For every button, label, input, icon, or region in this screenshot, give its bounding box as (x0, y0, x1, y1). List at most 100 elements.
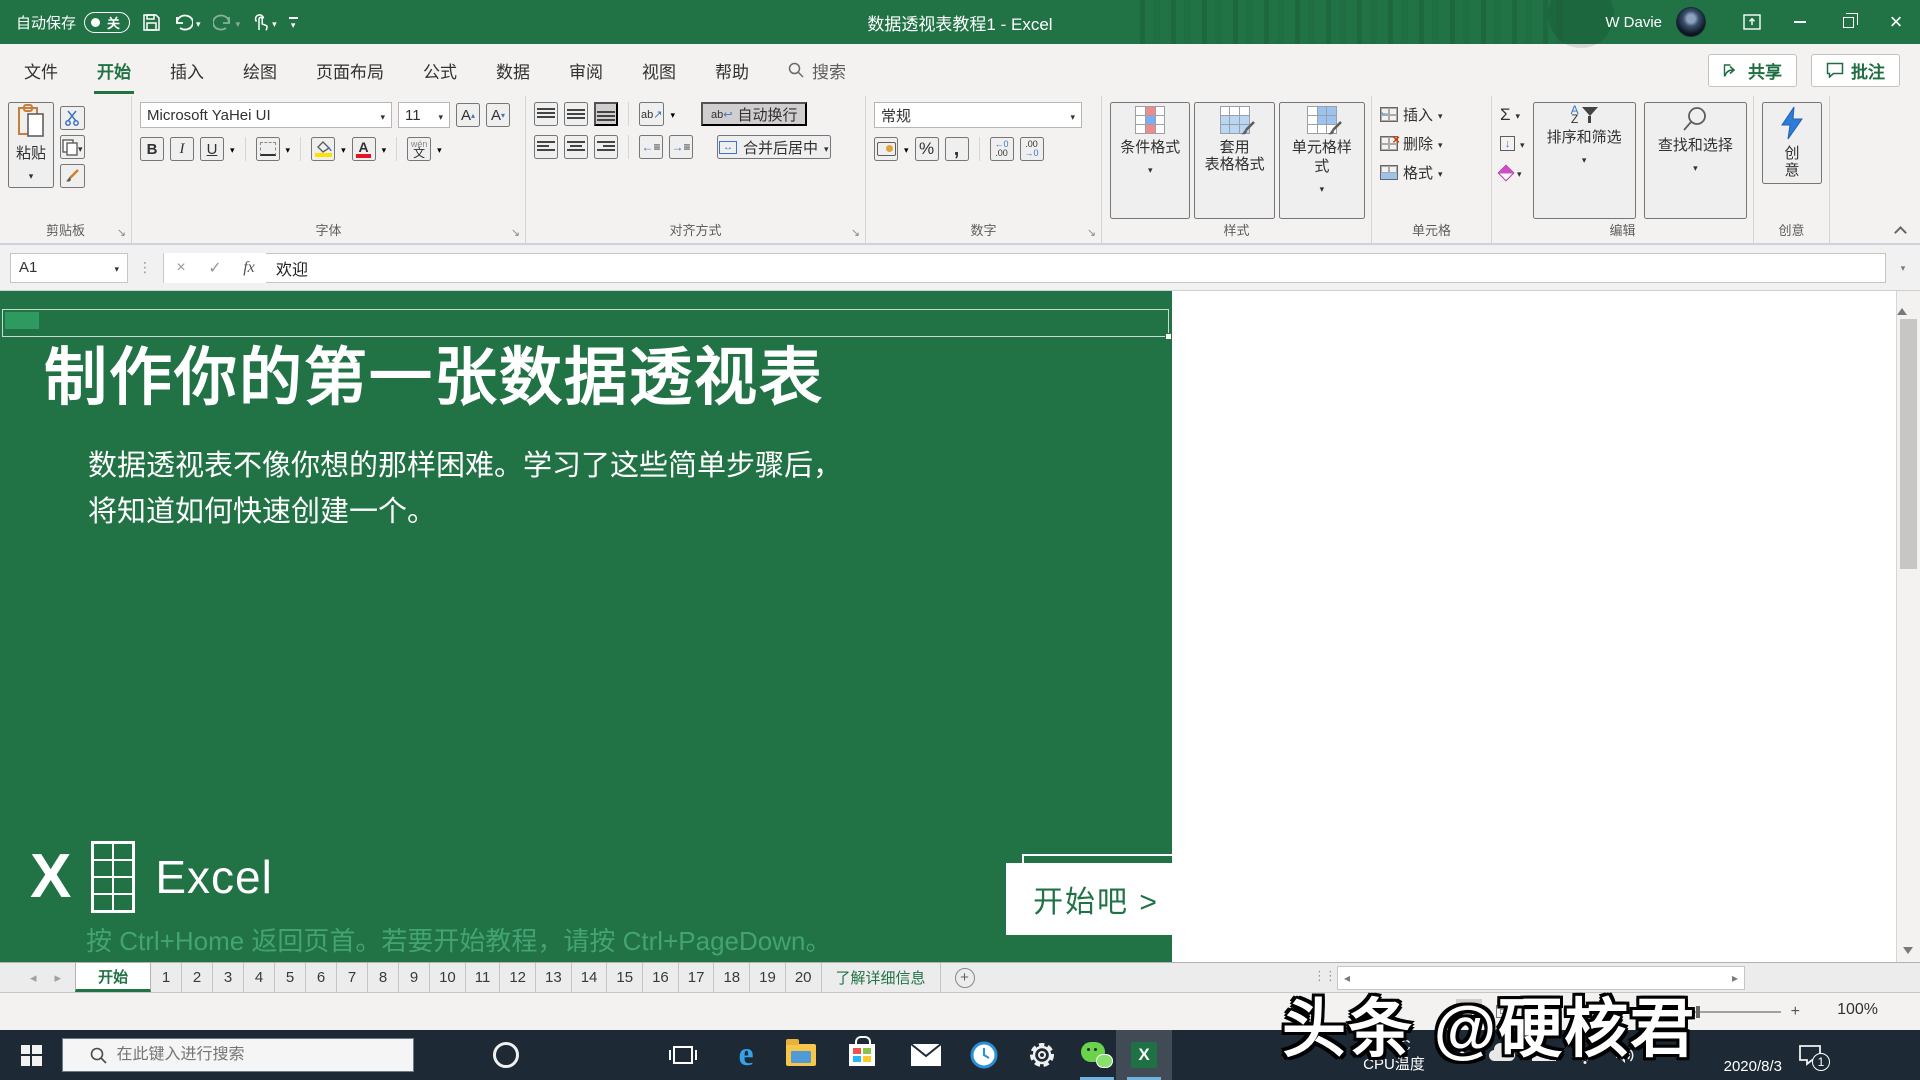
accounting-format-button[interactable] (874, 137, 898, 161)
undo-dropdown-caret[interactable] (196, 15, 201, 30)
insert-cells-button[interactable]: 插入 (1380, 102, 1485, 127)
sheet-tab-2[interactable]: 2 (182, 963, 213, 992)
tab-data[interactable]: 数据 (493, 46, 533, 94)
save-button[interactable] (142, 13, 161, 32)
percent-style-button[interactable]: % (915, 137, 939, 161)
autosum-button[interactable]: Σ (1500, 102, 1525, 127)
clear-button[interactable] (1500, 160, 1525, 185)
worksheet-area[interactable]: 制作你的第一张数据透视表 数据透视表不像你想的那样困难。学习了这些简单步骤后， … (0, 291, 1920, 962)
accounting-caret[interactable] (904, 140, 909, 158)
share-button[interactable]: 共享 (1708, 54, 1797, 87)
tab-view[interactable]: 视图 (639, 46, 679, 94)
name-box-caret[interactable] (114, 259, 119, 276)
touch-mode-caret[interactable] (272, 15, 277, 30)
conditional-formatting-button[interactable]: 条件格式 (1110, 102, 1190, 219)
tab-review[interactable]: 审阅 (566, 46, 606, 94)
number-format-combobox[interactable]: 常规 (874, 102, 1082, 128)
zoom-slider-thumb[interactable] (1696, 1006, 1700, 1018)
comments-button[interactable]: 批注 (1811, 54, 1900, 87)
sheet-tab-6[interactable]: 6 (306, 963, 337, 992)
sheet-tab-13[interactable]: 13 (536, 963, 572, 992)
scroll-up-icon[interactable] (1897, 291, 1907, 315)
name-box[interactable] (10, 253, 128, 283)
font-size-combobox[interactable]: 11 (398, 102, 450, 128)
phonetic-caret[interactable] (437, 140, 442, 158)
name-box-input[interactable] (19, 259, 89, 276)
cut-button[interactable] (60, 106, 85, 130)
sheet-nav-prev[interactable]: ◂ (30, 970, 37, 986)
paste-button[interactable]: 粘贴 (8, 102, 54, 188)
minimize-button[interactable] (1776, 0, 1824, 44)
comma-style-button[interactable]: , (945, 137, 969, 161)
font-color-button[interactable]: A (352, 137, 376, 161)
tab-file[interactable]: 文件 (21, 46, 61, 94)
cell-styles-button[interactable]: 单元格样式 (1279, 102, 1365, 219)
sheet-tab-home[interactable]: 开始 (75, 963, 151, 992)
format-painter-button[interactable] (60, 164, 85, 188)
sheet-tab-11[interactable]: 11 (466, 963, 501, 992)
borders-button[interactable] (256, 137, 280, 161)
collapse-ribbon-button[interactable] (1896, 225, 1906, 235)
fill-button[interactable]: ↓ (1500, 131, 1525, 156)
sheet-tab-9[interactable]: 9 (399, 963, 430, 992)
insert-function-button[interactable]: fx (232, 253, 266, 283)
find-select-button[interactable]: 查找和选择 (1644, 102, 1747, 219)
decrease-font-button[interactable]: A▾ (486, 103, 510, 127)
task-view-button[interactable] (655, 1030, 711, 1080)
orientation-button[interactable]: ab↗ (639, 102, 664, 126)
merge-center-button[interactable]: ↔ 合并后居中 (717, 135, 831, 159)
align-middle-button[interactable] (564, 102, 588, 126)
sheet-tab-4[interactable]: 4 (244, 963, 275, 992)
phonetic-guide-button[interactable]: wén 文 (407, 137, 431, 161)
bold-button[interactable]: B (140, 137, 164, 161)
ribbon-search[interactable]: 搜索 (788, 58, 846, 83)
font-dialog-launcher[interactable]: ↘ (511, 226, 520, 239)
action-center-button[interactable]: 1 (1782, 1030, 1838, 1080)
tab-formulas[interactable]: 公式 (420, 46, 460, 94)
decrease-indent-button[interactable]: ←≡ (639, 135, 663, 159)
number-dialog-launcher[interactable]: ↘ (1087, 226, 1096, 239)
account-avatar[interactable] (1676, 7, 1706, 37)
start-button[interactable] (0, 1030, 62, 1080)
decrease-decimal-button[interactable]: .00→0 (1020, 137, 1044, 161)
align-top-button[interactable] (534, 102, 558, 126)
formula-input[interactable]: 欢迎 (266, 253, 1886, 283)
clipboard-dialog-launcher[interactable]: ↘ (117, 226, 126, 239)
font-name-combobox[interactable]: Microsoft YaHei UI (140, 102, 392, 128)
underline-caret[interactable] (230, 140, 235, 158)
account-name[interactable]: W Davie (1605, 14, 1662, 31)
fill-color-button[interactable] (311, 137, 335, 161)
sheet-tab-learn-more[interactable]: 了解详细信息 (822, 963, 941, 992)
redo-button[interactable] (213, 13, 241, 31)
clock-app-button[interactable] (956, 1030, 1012, 1080)
sheet-tab-5[interactable]: 5 (275, 963, 306, 992)
sheet-tab-16[interactable]: 16 (643, 963, 679, 992)
alignment-dialog-launcher[interactable]: ↘ (851, 226, 860, 239)
align-center-button[interactable] (564, 135, 588, 159)
tab-help[interactable]: 帮助 (712, 46, 752, 94)
expand-formula-bar-button[interactable] (1892, 262, 1914, 274)
store-button[interactable] (834, 1030, 890, 1080)
fill-handle[interactable] (1165, 333, 1172, 340)
tab-page-layout[interactable]: 页面布局 (313, 46, 387, 94)
touch-mouse-mode-button[interactable] (252, 13, 277, 32)
cortana-button[interactable] (478, 1030, 534, 1080)
settings-button[interactable] (1014, 1030, 1070, 1080)
fill-color-caret[interactable] (341, 140, 346, 158)
vertical-scroll-thumb[interactable] (1900, 319, 1917, 569)
sheet-tab-12[interactable]: 12 (500, 963, 536, 992)
wrap-text-button[interactable]: ab↩ 自动换行 (701, 102, 807, 126)
taskbar-search-input[interactable] (117, 1046, 387, 1064)
ribbon-display-options-button[interactable] (1728, 0, 1776, 44)
delete-cells-button[interactable]: 删除 (1380, 131, 1485, 156)
borders-caret[interactable] (286, 140, 291, 158)
align-bottom-button[interactable] (594, 102, 618, 126)
customize-qat-button[interactable] (289, 17, 298, 28)
mail-button[interactable] (898, 1030, 954, 1080)
sheet-tab-19[interactable]: 19 (750, 963, 786, 992)
file-explorer-button[interactable] (773, 1030, 829, 1080)
tab-insert[interactable]: 插入 (167, 46, 207, 94)
sheet-tab-17[interactable]: 17 (679, 963, 715, 992)
increase-decimal-button[interactable]: ←0.00 (990, 137, 1014, 161)
underline-button[interactable]: U (200, 137, 224, 161)
